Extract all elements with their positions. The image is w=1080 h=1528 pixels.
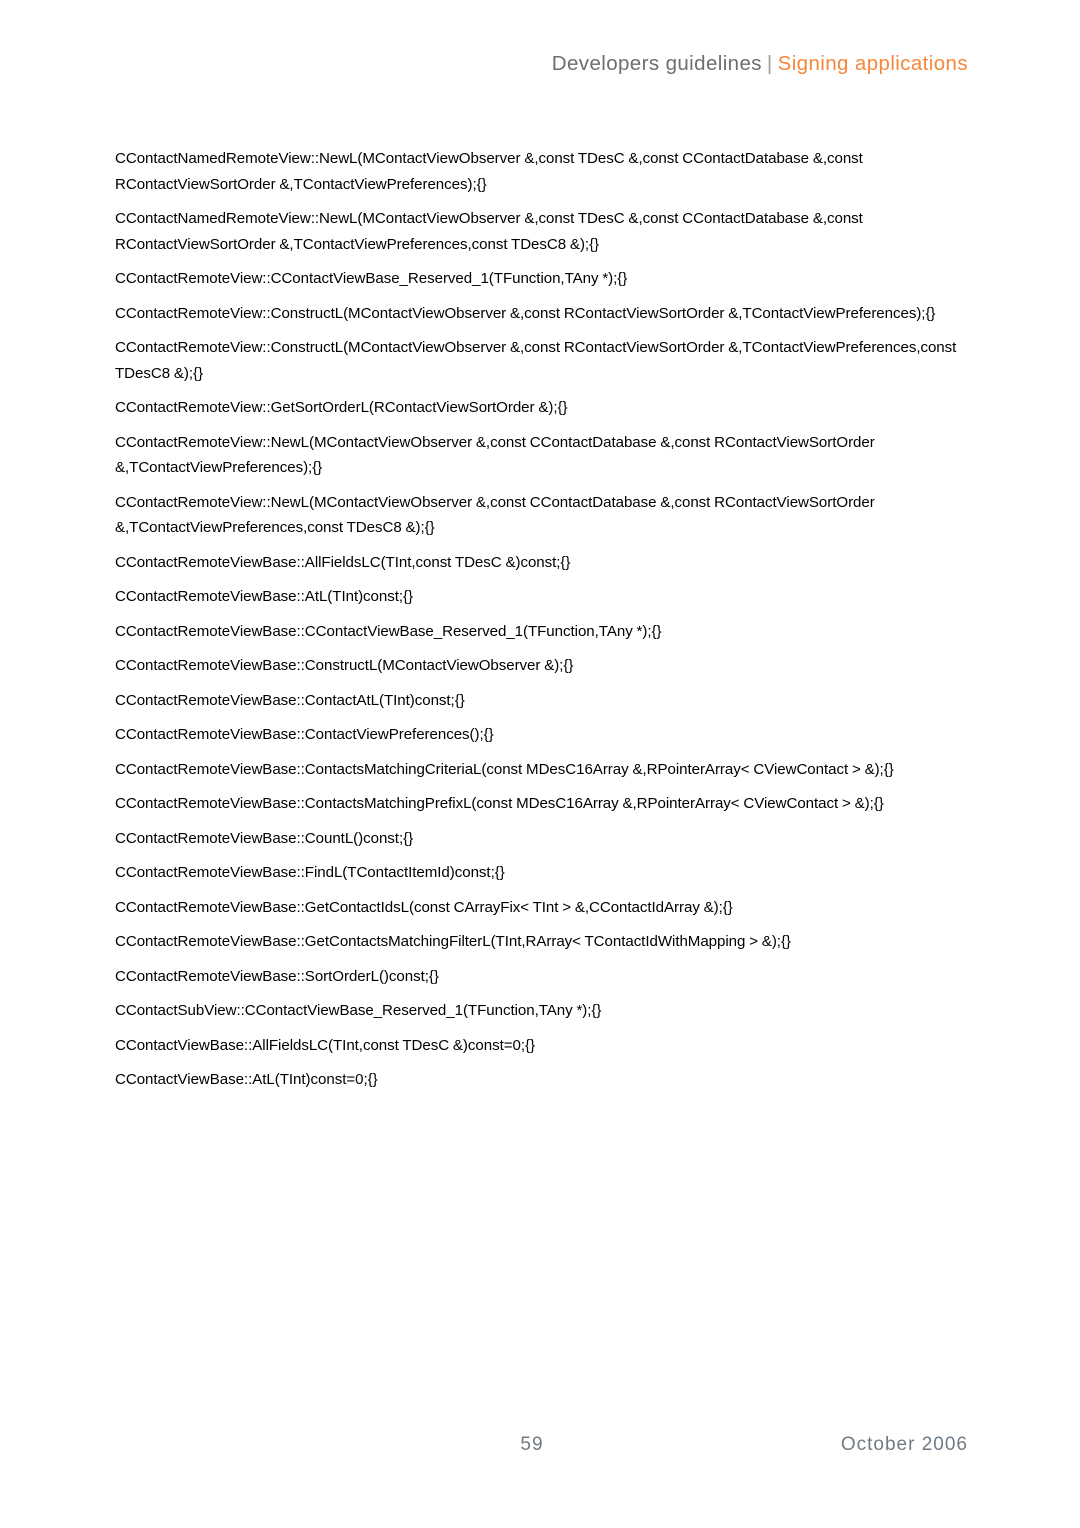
header-accent-title: Signing applications: [777, 52, 968, 75]
api-signature-entry: CContactRemoteViewBase::SortOrderL()cons…: [115, 967, 439, 985]
page-footer: 59 October 2006: [0, 1434, 1080, 1464]
api-signature-entry: CContactRemoteViewBase::FindL(TContactIt…: [115, 864, 505, 881]
api-signature-entry: CContactRemoteViewBase::GetContactIdsL(c…: [115, 898, 733, 916]
api-signature-entry: CContactRemoteView::ConstructL(MContactV…: [115, 339, 960, 382]
api-signature-entry: CContactNamedRemoteView::NewL(MContactVi…: [115, 150, 867, 193]
api-signature-entry: CContactRemoteViewBase::ContactAtL(TInt)…: [115, 691, 465, 709]
api-signature-entry: CContactRemoteViewBase::AtL(TInt)const;{…: [115, 588, 414, 605]
api-signature-entry: CContactRemoteView::GetSortOrderL(RConta…: [115, 399, 568, 416]
api-signature-entry: CContactRemoteView::ConstructL(MContactV…: [115, 304, 936, 322]
api-signature-entry: CContactRemoteViewBase::ContactsMatching…: [115, 760, 894, 778]
api-signature-entry: CContactRemoteView::CContactViewBase_Res…: [115, 270, 628, 287]
publication-date: October 2006: [840, 1434, 968, 1455]
api-signature-entry: CContactSubView::CContactViewBase_Reserv…: [115, 1002, 602, 1019]
api-signature-entry: CContactRemoteView::NewL(MContactViewObs…: [115, 493, 879, 537]
api-signature-entry: CContactRemoteViewBase::ContactsMatching…: [115, 795, 884, 812]
header-separator: |: [766, 52, 773, 75]
api-signature-entry: CContactRemoteViewBase::CContactViewBase…: [115, 622, 662, 640]
api-signature-entry: CContactViewBase::AtL(TInt)const=0;{}: [115, 1071, 378, 1088]
api-signature-entry: CContactRemoteViewBase::CountL()const;{}: [115, 829, 414, 847]
api-signature-entry: CContactViewBase::AllFieldsLC(TInt,const…: [115, 1036, 535, 1054]
api-signature-entry: CContactRemoteViewBase::ConstructL(MCont…: [115, 657, 574, 674]
api-signature-list: CContactNamedRemoteView::NewL(MContactVi…: [115, 146, 970, 1102]
api-signature-entry: CContactRemoteViewBase::GetContactsMatch…: [115, 933, 791, 950]
header-primary-title: Developers guidelines: [551, 52, 762, 75]
api-signature-entry: CContactNamedRemoteView::NewL(MContactVi…: [115, 210, 867, 253]
api-signature-entry: CContactRemoteViewBase::AllFieldsLC(TInt…: [115, 553, 571, 571]
page-header: Developers guidelines | Signing applicatio…: [0, 52, 968, 76]
api-signature-entry: CContactRemoteView::NewL(MContactViewObs…: [115, 433, 879, 477]
api-signature-entry: CContactRemoteViewBase::ContactViewPrefe…: [115, 726, 494, 743]
